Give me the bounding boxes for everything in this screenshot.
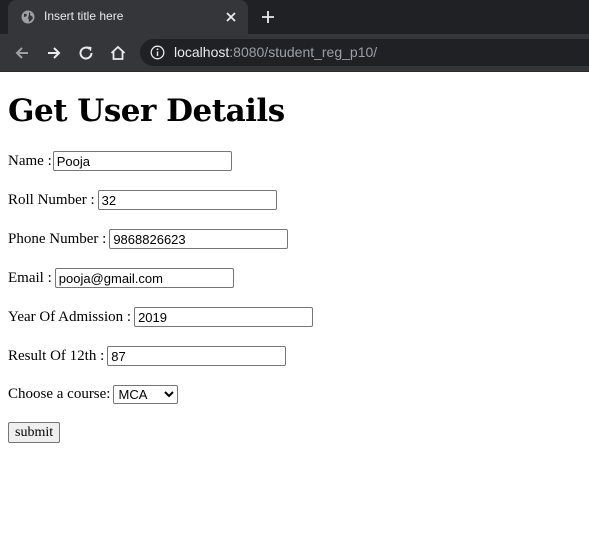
result-12th-input[interactable]: [107, 346, 287, 366]
email-label: Email :: [8, 269, 52, 286]
year-of-admission-input[interactable]: [134, 307, 314, 327]
forward-icon[interactable]: [45, 44, 63, 62]
info-icon[interactable]: [150, 45, 165, 60]
phone-number-label: Phone Number :: [8, 230, 107, 247]
name-input[interactable]: [52, 151, 232, 171]
url-text[interactable]: localhost:8080/student_reg_p10/: [174, 44, 377, 60]
phone-number-input[interactable]: [109, 229, 289, 249]
name-row: Name :: [8, 150, 232, 172]
tab-title: Insert title here: [44, 9, 124, 23]
roll-number-label: Roll Number :: [8, 191, 95, 208]
url-path: :8080/student_reg_p10/: [229, 44, 378, 60]
year-of-admission-row: Year Of Admission :: [8, 306, 314, 328]
back-icon[interactable]: [13, 44, 31, 62]
browser-toolbar: localhost:8080/student_reg_p10/: [0, 34, 589, 72]
page-title: Get User Details: [8, 93, 285, 129]
course-row: Choose a course: MCA: [8, 383, 179, 405]
roll-number-row: Roll Number :: [8, 189, 277, 211]
tab-strip: Insert title here: [0, 0, 589, 34]
email-input[interactable]: [54, 268, 234, 288]
course-select[interactable]: MCA: [113, 384, 179, 404]
address-bar[interactable]: localhost:8080/student_reg_p10/: [140, 39, 589, 66]
result-12th-row: Result Of 12th :: [8, 345, 287, 367]
result-12th-label: Result Of 12th :: [8, 347, 105, 364]
email-row: Email :: [8, 267, 234, 289]
browser-tab[interactable]: Insert title here: [8, 0, 248, 34]
submit-button[interactable]: submit: [8, 422, 61, 443]
home-icon[interactable]: [109, 44, 127, 62]
globe-icon: [21, 10, 35, 24]
reload-icon[interactable]: [77, 44, 95, 62]
new-tab-icon[interactable]: [260, 9, 276, 25]
course-label: Choose a course:: [8, 385, 111, 402]
phone-number-row: Phone Number :: [8, 228, 289, 250]
roll-number-input[interactable]: [97, 190, 277, 210]
year-of-admission-label: Year Of Admission :: [8, 308, 132, 325]
url-host: localhost: [174, 44, 230, 60]
name-label: Name :: [8, 152, 52, 169]
close-icon[interactable]: [224, 10, 238, 24]
